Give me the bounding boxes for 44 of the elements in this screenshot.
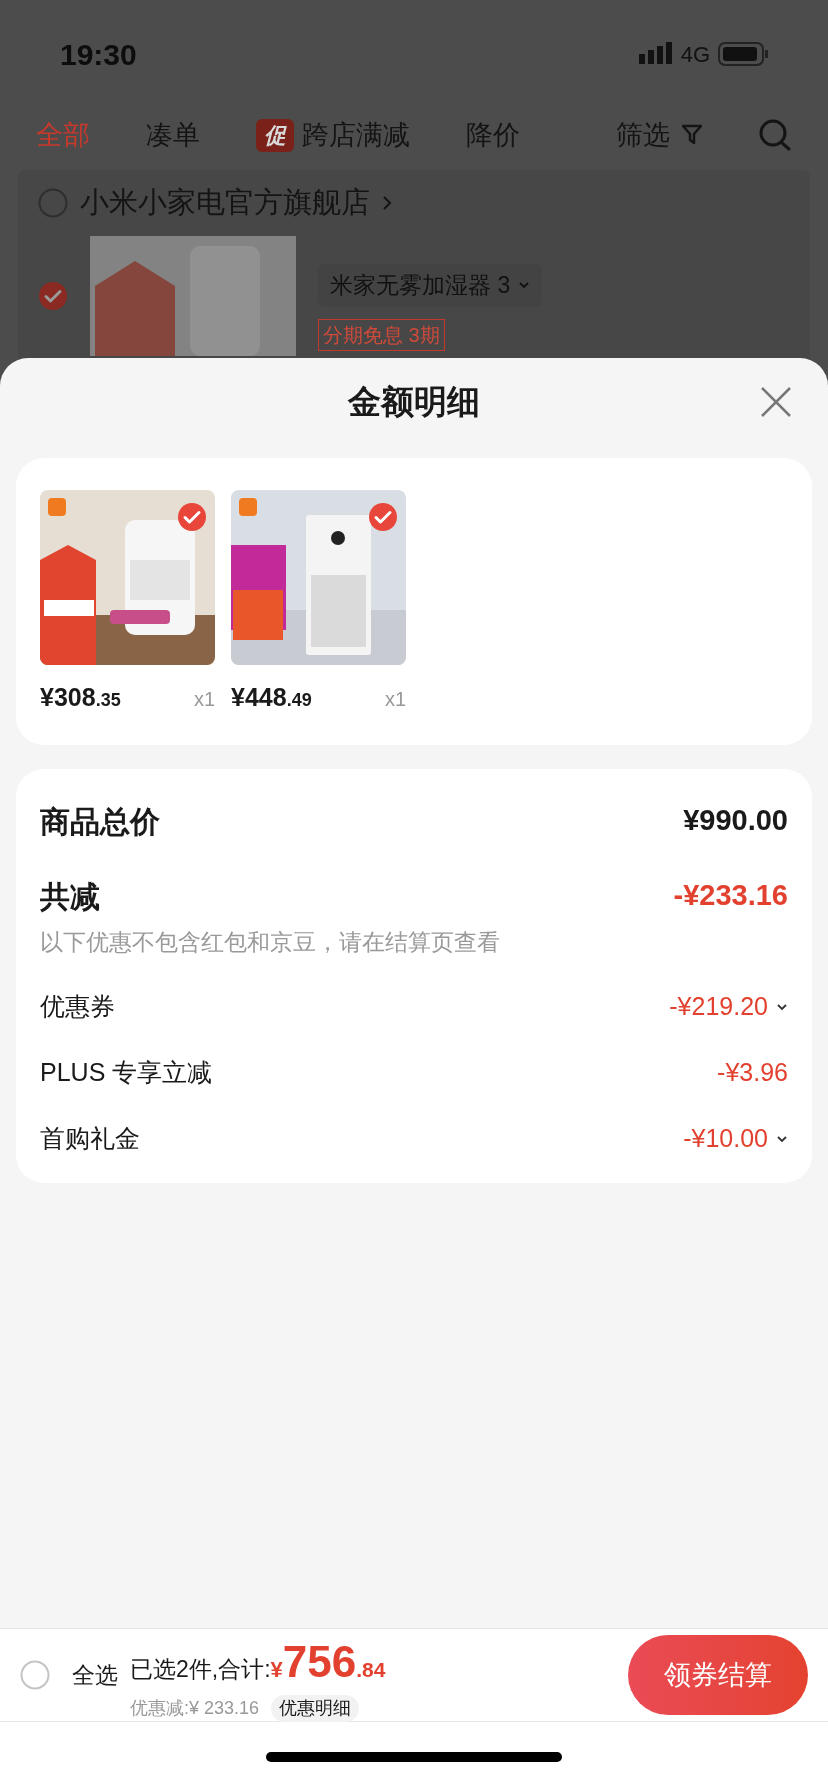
discount-line-value: -¥10.00: [683, 1123, 768, 1155]
saved-amount: 优惠减:¥ 233.16: [130, 1696, 260, 1720]
filter-tab[interactable]: 促 跨店满减: [256, 114, 410, 156]
chevron-right-icon[interactable]: [382, 195, 392, 211]
checked-icon[interactable]: [38, 281, 68, 311]
product-price: ¥308.35: [40, 682, 121, 713]
discount-label: 共减: [40, 878, 100, 915]
discount-value: -¥233.16: [673, 878, 788, 914]
filter-tab[interactable]: 降价: [466, 114, 520, 156]
total-amount: ¥756.84: [270, 1635, 386, 1688]
sheet-title: 金额明细: [348, 382, 480, 423]
installment-tag: 分期免息 3期: [318, 318, 445, 351]
quantity-label: x1: [384, 687, 406, 712]
status-time: 19:30: [60, 36, 137, 73]
product-price: ¥448.49: [231, 682, 312, 713]
discount-detail-button[interactable]: 优惠明细: [271, 1694, 360, 1722]
battery-icon: [718, 42, 768, 66]
signal-icon: [638, 42, 673, 66]
chevron-down-icon[interactable]: [776, 1135, 788, 1143]
discount-line-label: PLUS 专享立减: [40, 1057, 213, 1089]
checked-icon[interactable]: [368, 502, 398, 532]
search-icon[interactable]: [758, 118, 792, 152]
filter-tab[interactable]: 全部: [36, 114, 90, 156]
select-all-label[interactable]: 全选: [72, 1657, 118, 1693]
chevron-down-icon[interactable]: [776, 1003, 788, 1011]
total-value: ¥990.00: [683, 803, 788, 839]
network-label: 4G: [680, 40, 710, 69]
discount-line-value: -¥219.20: [669, 991, 768, 1023]
unchecked-icon[interactable]: [38, 188, 68, 218]
filter-button[interactable]: 筛选: [616, 114, 702, 156]
funnel-icon: [682, 124, 702, 146]
close-icon[interactable]: [760, 386, 792, 418]
quantity-label: x1: [193, 687, 215, 712]
checked-icon[interactable]: [177, 502, 207, 532]
filter-tab[interactable]: 凑单: [146, 114, 200, 156]
selected-summary: 已选2件,合计:: [130, 1654, 271, 1684]
checkout-button[interactable]: 领券结算: [628, 1635, 808, 1715]
discount-line-label: 优惠券: [40, 991, 115, 1023]
discount-line-label: 首购礼金: [40, 1123, 140, 1155]
chevron-down-icon: [518, 281, 531, 290]
discount-note: 以下优惠不包含红包和京豆，请在结算页查看: [40, 927, 501, 957]
discount-line-value: -¥3.96: [717, 1057, 788, 1089]
total-label: 商品总价: [40, 803, 160, 840]
promo-badge: 促: [256, 118, 294, 152]
